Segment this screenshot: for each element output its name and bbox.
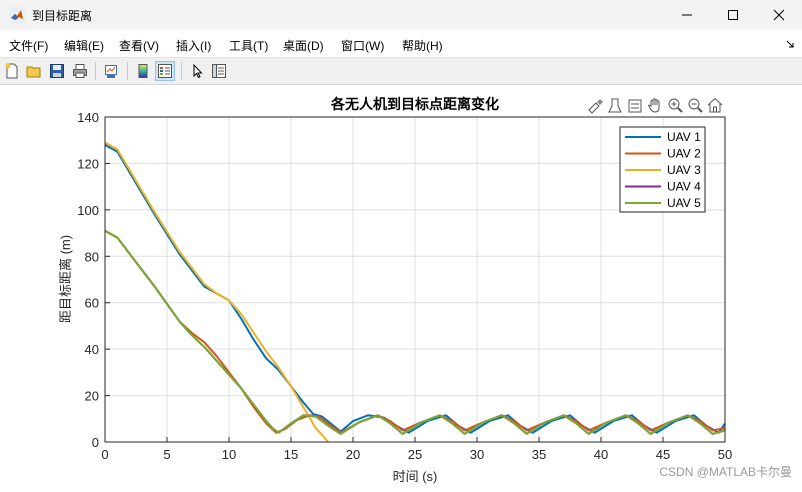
save-button[interactable] [47,61,67,81]
legend-label-uav-1: UAV 1 [667,130,701,144]
minimize-icon [682,14,692,16]
legend-label-uav-2: UAV 2 [667,147,701,161]
y-tick-label: 120 [77,156,99,171]
y-tick-label: 60 [85,296,99,311]
y-tick-label: 100 [77,203,99,218]
x-tick-label: 45 [656,447,670,462]
x-tick-label: 35 [532,447,546,462]
y-axis-label: 距目标距离 (m) [58,235,73,323]
menu-bar: 文件(F) 编辑(E) 查看(V) 插入(I) 工具(T) 桌面(D) 窗口(W… [0,30,802,58]
title-bar: 到目标距离 [0,0,802,30]
pointer-button[interactable] [187,61,207,81]
menu-file[interactable]: 文件(F) [9,37,48,54]
legend-icon [158,64,172,78]
watermark: CSDN @MATLAB卡尔曼 [659,464,792,479]
matlab-logo-icon [9,7,25,23]
property-inspector-icon [212,64,226,78]
x-tick-label: 30 [470,447,484,462]
print-icon [73,64,87,78]
print-button[interactable] [70,61,90,81]
toolbar-separator [181,62,182,80]
legend-label-uav-3: UAV 3 [667,163,701,177]
new-figure-button[interactable] [2,61,22,81]
property-inspector-button[interactable] [209,61,229,81]
minimize-button[interactable] [664,0,710,30]
y-tick-label: 20 [85,389,99,404]
chart-title: 各无人机到目标点距离变化 [330,96,499,112]
x-tick-label: 5 [163,447,170,462]
menu-insert[interactable]: 插入(I) [176,37,211,54]
menu-edit[interactable]: 编辑(E) [64,37,104,54]
save-icon [50,64,64,78]
window-title: 到目标距离 [32,9,93,23]
y-tick-label: 140 [77,110,99,125]
x-tick-label: 20 [346,447,360,462]
y-tick-label: 40 [85,342,99,357]
zoom-out-icon[interactable] [688,98,703,113]
y-tick-label: 0 [92,435,99,450]
maximize-icon [728,10,738,20]
menu-tools[interactable]: 工具(T) [229,37,268,54]
open-file-button[interactable] [24,61,44,81]
x-tick-label: 50 [718,447,732,462]
maximize-button[interactable] [710,0,756,30]
x-axis-label: 时间 (s) [393,469,438,484]
toolbar-separator [95,62,96,80]
x-tick-label: 0 [101,447,108,462]
brush-icon[interactable] [588,99,603,114]
pan-icon[interactable] [647,98,660,113]
x-tick-label: 15 [284,447,298,462]
x-tick-label: 10 [222,447,236,462]
home-icon[interactable] [707,97,723,113]
close-icon [773,9,785,21]
link-plot-icon [105,65,117,78]
legend[interactable]: UAV 1 UAV 2 UAV 3 UAV 4 UAV 5 [619,126,706,213]
menu-help[interactable]: 帮助(H) [402,37,443,54]
chart[interactable]: 0 5 10 15 20 25 30 35 40 45 50 0 20 40 60 80 100 120 140 各… [0,85,802,487]
open-file-icon [26,66,41,78]
legend-label-uav-4: UAV 4 [667,180,701,194]
x-tick-label: 40 [594,447,608,462]
toolbar-separator [127,62,128,80]
link-plot-button[interactable] [101,61,121,81]
new-figure-icon [5,63,18,79]
axes-toolbar [588,97,723,114]
figure-canvas[interactable]: 0 5 10 15 20 25 30 35 40 45 50 0 20 40 60 80 100 120 140 各… [0,85,802,487]
x-tick-label: 25 [408,447,422,462]
figure-toolbar [0,58,802,85]
legend-button[interactable] [155,61,175,81]
menu-desktop[interactable]: 桌面(D) [283,37,324,54]
colorbar-button[interactable] [133,61,153,81]
zoom-menu-icon[interactable] [628,99,642,113]
zoom-in-icon[interactable] [668,98,683,113]
data-tips-icon[interactable] [608,98,622,113]
legend-label-uav-5: UAV 5 [667,196,701,210]
pointer-icon [193,63,203,79]
dock-arrow-icon[interactable] [786,40,794,48]
colorbar-icon [138,64,148,78]
menu-window[interactable]: 窗口(W) [341,37,384,54]
y-tick-label: 80 [85,249,99,264]
menu-view[interactable]: 查看(V) [119,37,159,54]
close-button[interactable] [756,0,802,30]
